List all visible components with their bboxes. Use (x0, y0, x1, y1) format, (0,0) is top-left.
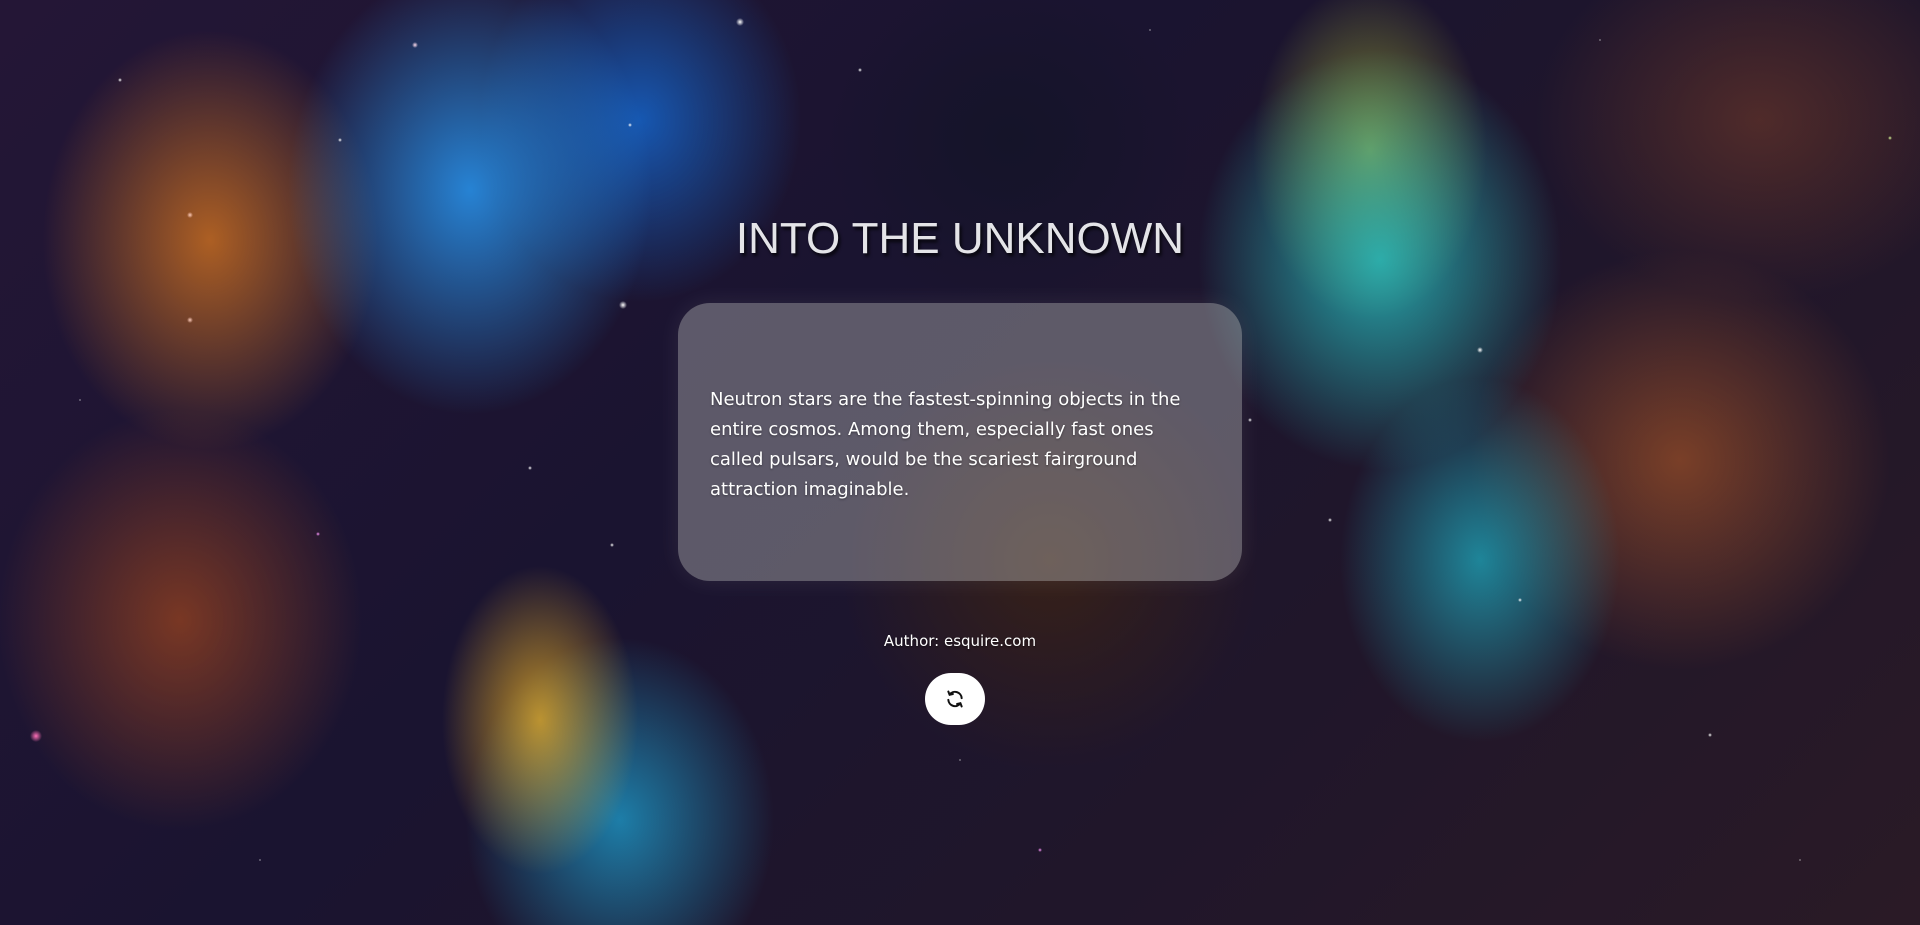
author-label: Author: esquire.com (883, 632, 1037, 650)
page-title: INTO THE UNKNOWN (735, 214, 1185, 263)
main-content: INTO THE UNKNOWN Neutron stars are the f… (0, 0, 1920, 925)
refresh-button[interactable] (925, 673, 985, 725)
quote-card: Neutron stars are the fastest-spinning o… (678, 303, 1242, 581)
quote-text: Neutron stars are the fastest-spinning o… (710, 389, 1181, 500)
refresh-icon (945, 689, 965, 709)
